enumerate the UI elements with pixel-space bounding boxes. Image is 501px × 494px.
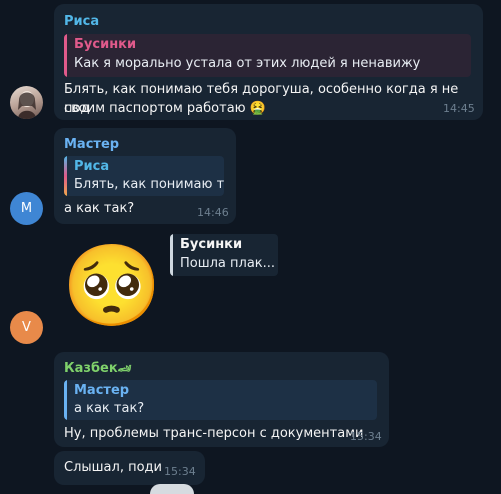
message-text: Слышал, поди [64, 460, 162, 475]
message-text: своим паспортом работаю [64, 101, 246, 116]
reply-text: Пошла плак... [180, 256, 276, 271]
sender-name[interactable]: Казбек🏎 [64, 361, 132, 376]
message-bubble[interactable]: Риса Бусинки Как я морально устала от эт… [54, 4, 483, 120]
message-bubble[interactable]: Мастер Риса Блять, как понимаю т... а ка… [54, 128, 236, 224]
portrait-icon [18, 91, 36, 119]
avatar-letter[interactable]: V [10, 311, 43, 344]
reply-quote[interactable]: Бусинки Как я морально устала от этих лю… [64, 34, 471, 77]
sticker-pleading-face[interactable]: 🥺 [62, 238, 162, 334]
timestamp: 15:34 [350, 430, 382, 443]
message-text-line2: своим паспортом работаю 🤮 [64, 99, 266, 118]
reply-bar [170, 234, 173, 276]
reply-text: Как я морально устала от этих людей я не… [74, 56, 421, 71]
message-bubble[interactable]: Слышал, поди 15:34 [54, 451, 205, 485]
reply-quote[interactable]: Бусинки Пошла плак... [170, 234, 278, 276]
reply-bar [64, 34, 67, 77]
timestamp: 14:45 [443, 102, 475, 115]
timestamp: 15:34 [164, 465, 196, 478]
message-text: Ну, проблемы транс-персон с документами [64, 426, 364, 441]
avatar-letter[interactable]: М [10, 192, 43, 225]
race-car-emoji: 🏎 [117, 362, 132, 375]
avatar-photo[interactable]: photo-avatar [10, 86, 43, 119]
reply-sender: Мастер [74, 383, 130, 398]
reply-sender: Риса [74, 159, 110, 174]
reply-sender: Бусинки [74, 37, 137, 52]
reply-text: а как так? [74, 401, 145, 416]
reply-quote[interactable]: Мастер а как так? [64, 380, 377, 420]
reply-quote[interactable]: Риса Блять, как понимаю т... [64, 156, 224, 196]
sender-name[interactable]: Риса [64, 14, 99, 29]
timestamp: 14:46 [197, 206, 229, 219]
sender-name[interactable]: Мастер [64, 137, 119, 152]
message-text: а как так? [64, 201, 135, 216]
reply-bar [64, 156, 67, 196]
reply-text: Блять, как понимаю т... [74, 177, 224, 192]
message-bubble[interactable]: Казбек🏎 Мастер а как так? Ну, проблемы т… [54, 352, 389, 447]
reply-sender: Бусинки [180, 237, 243, 252]
partial-sticker-bottom [150, 484, 194, 494]
vomit-emoji: 🤮 [249, 101, 266, 116]
reply-bar [64, 380, 67, 420]
